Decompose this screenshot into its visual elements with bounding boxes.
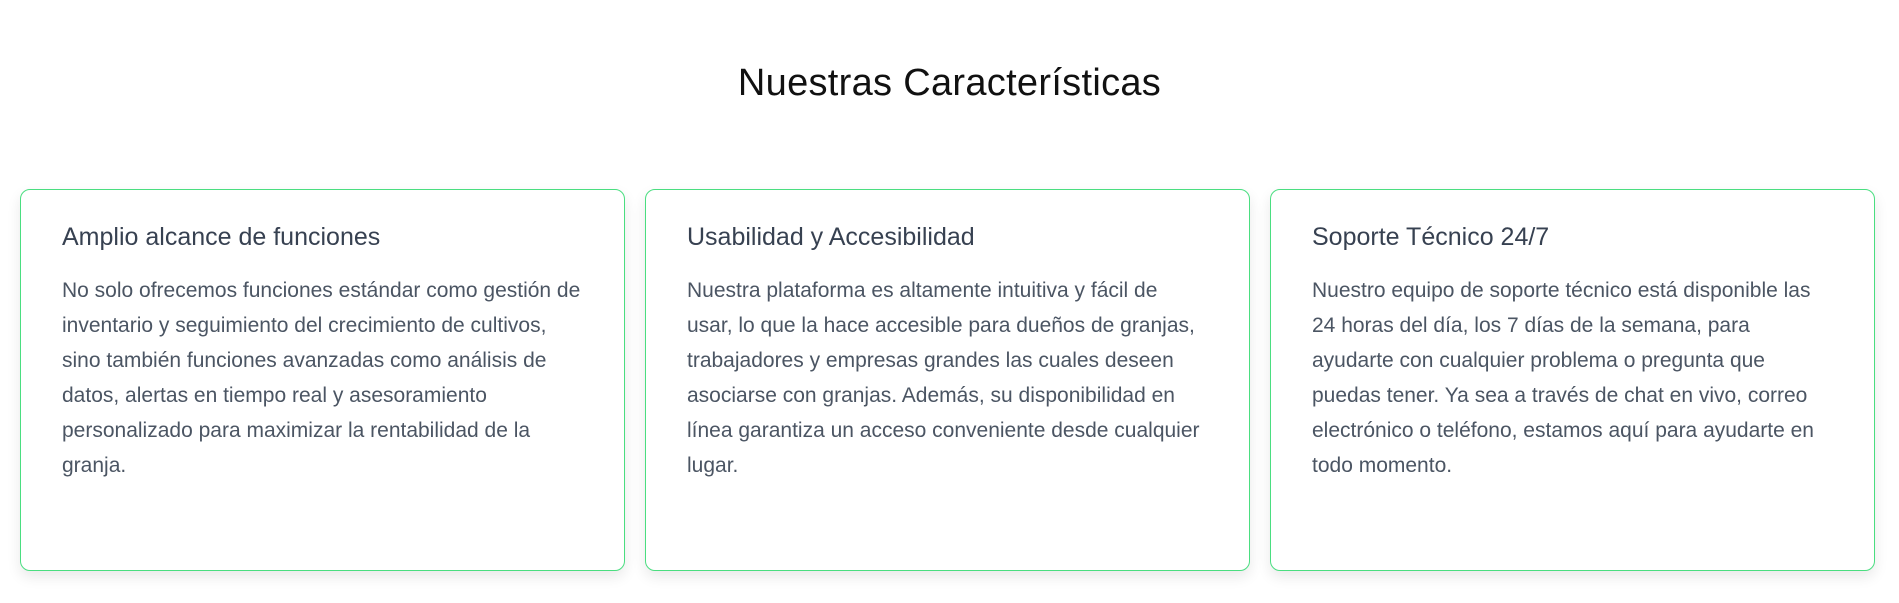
feature-card-description: Nuestra plataforma es altamente intuitiv… xyxy=(687,279,1200,477)
feature-card-functions: Amplio alcance de funciones No solo ofre… xyxy=(20,189,625,571)
feature-card-support: Soporte Técnico 24/7 Nuestro equipo de s… xyxy=(1270,189,1875,571)
features-section: Nuestras Características Amplio alcance … xyxy=(0,0,1899,603)
section-title: Nuestras Características xyxy=(737,62,1162,104)
feature-card-title: Usabilidad y Accesibilidad xyxy=(687,223,975,251)
feature-cards: Amplio alcance de funciones No solo ofre… xyxy=(20,189,1879,571)
feature-card-title: Soporte Técnico 24/7 xyxy=(1312,223,1550,251)
feature-card-description: Nuestro equipo de soporte técnico está d… xyxy=(1312,279,1814,477)
feature-card-title: Amplio alcance de funciones xyxy=(62,223,381,251)
feature-card-usability: Usabilidad y Accesibilidad Nuestra plata… xyxy=(645,189,1250,571)
feature-card-description: No solo ofrecemos funciones estándar com… xyxy=(62,279,581,477)
